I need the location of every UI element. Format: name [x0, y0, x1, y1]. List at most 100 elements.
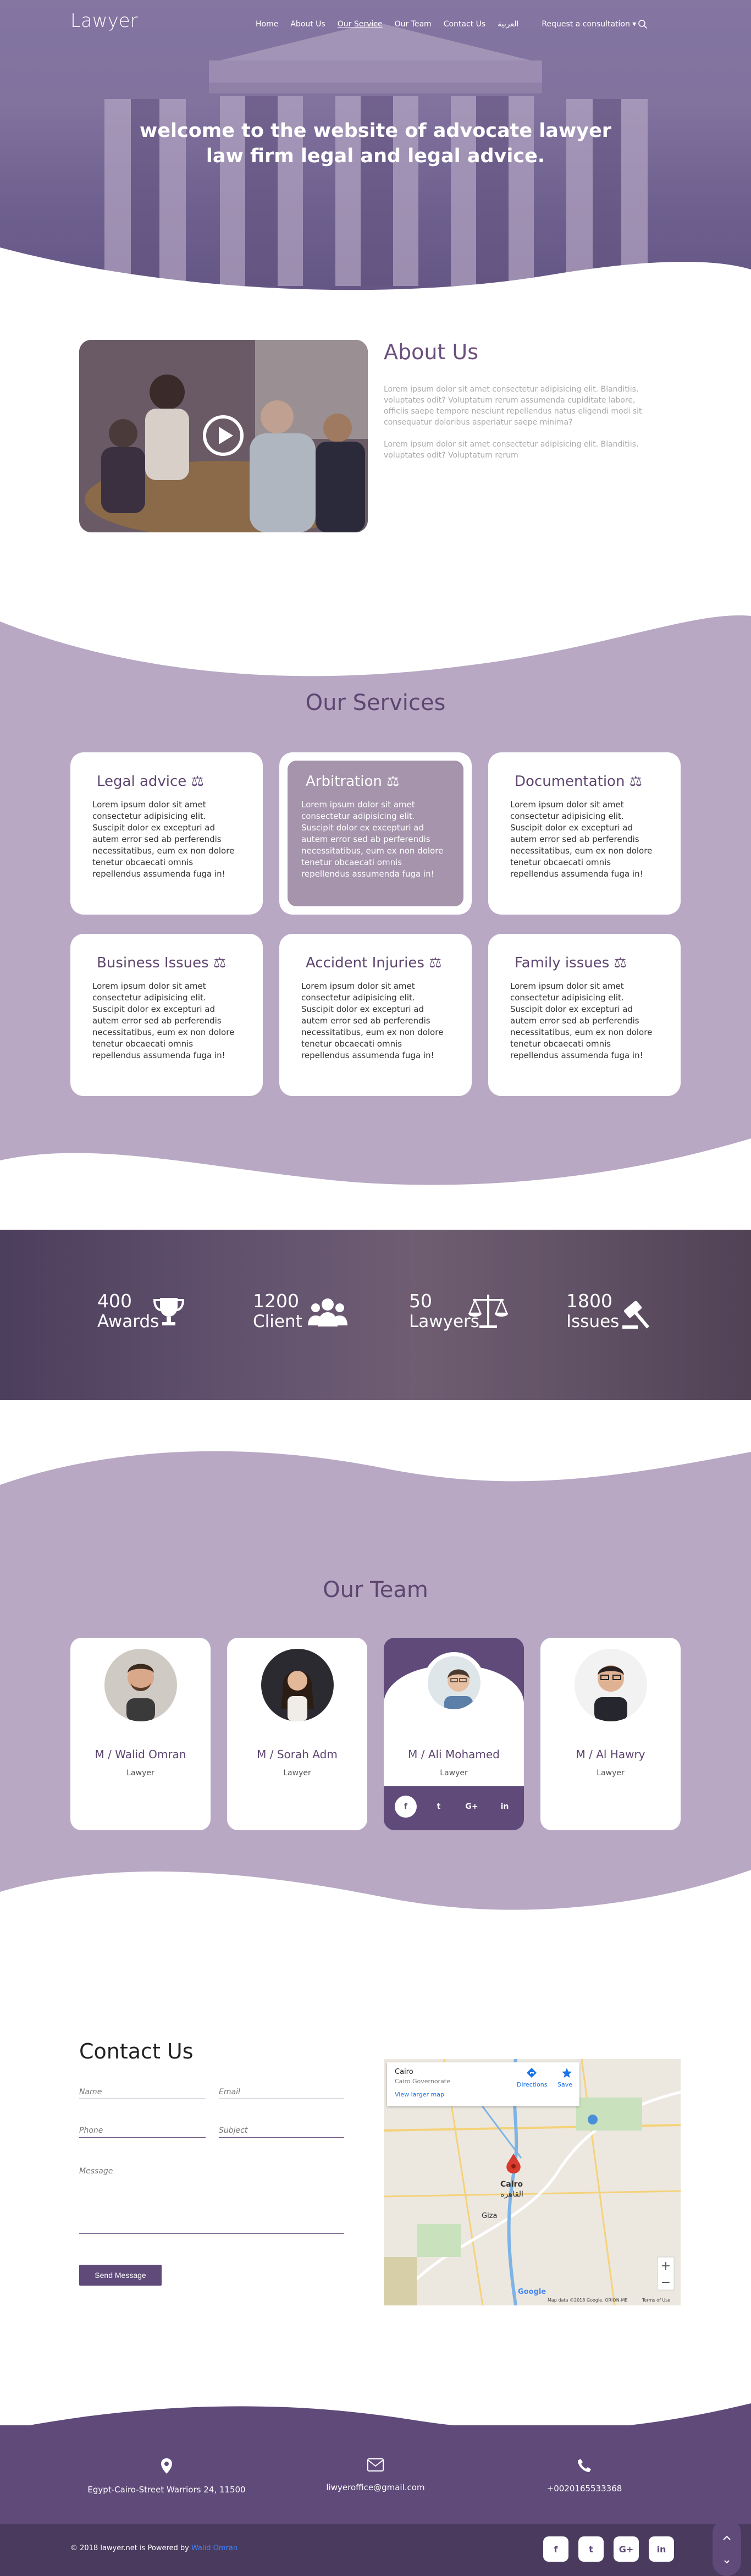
stat-client: 1200 Client — [253, 1290, 302, 1331]
name-field[interactable]: Name — [79, 2088, 206, 2099]
email-field[interactable]: Email — [219, 2088, 344, 2099]
nav-team[interactable]: Our Team — [395, 20, 432, 29]
scroll-to-top-button[interactable] — [713, 2519, 741, 2576]
scale-icon — [468, 1295, 508, 1328]
footer-phone: +0020165533368 — [485, 2458, 683, 2494]
team-card-al-hawry[interactable]: M / Al Hawry Lawyer — [540, 1638, 681, 1830]
hero-title-line1: welcome to the website of advocate lawye… — [139, 120, 612, 142]
directions-icon[interactable] — [526, 2067, 538, 2079]
service-card-title: Family issues ⚖ — [515, 955, 627, 971]
footer-linkedin-icon[interactable]: in — [649, 2536, 674, 2562]
avatar — [261, 1649, 334, 1721]
member-role: Lawyer — [126, 1769, 154, 1777]
star-icon[interactable] — [561, 2067, 573, 2079]
about-paragraph-1: Lorem ipsum dolor sit amet consectetur a… — [384, 385, 642, 427]
hero-title: welcome to the website of advocate lawye… — [128, 118, 623, 169]
member-role: Lawyer — [440, 1769, 468, 1777]
member-name: M / Al Hawry — [576, 1748, 645, 1761]
about-paragraph-2: Lorem ipsum dolor sit amet consectetur a… — [384, 440, 639, 460]
copyright-text: © 2018 lawyer.net is Powered by — [70, 2544, 189, 2552]
map-place: Cairo — [395, 2068, 413, 2076]
member-role: Lawyer — [283, 1769, 311, 1777]
directions-link[interactable]: Directions — [517, 2081, 547, 2088]
powered-by-link[interactable]: Walid Omran — [191, 2544, 238, 2552]
map-widget[interactable]: + − Cairo Cairo Governorate View larger … — [384, 2059, 681, 2305]
chevron-up-icon — [723, 2535, 731, 2564]
footer-google-plus-icon[interactable]: G+ — [614, 2536, 639, 2562]
avatar — [575, 1649, 647, 1721]
service-card-business-issues[interactable]: Business Issues ⚖ Lorem ipsum dolor sit … — [70, 934, 263, 1096]
envelope-icon — [367, 2458, 384, 2472]
service-card-legal-advice[interactable]: Legal advice ⚖ Lorem ipsum dolor sit ame… — [70, 752, 263, 915]
map-info-card: Cairo Cairo Governorate View larger map … — [387, 2062, 579, 2106]
send-message-button[interactable]: Send Message — [79, 2265, 162, 2286]
hero-title-line2: law firm legal and legal advice. — [206, 145, 545, 167]
stat-awards: 400 Awards — [97, 1290, 159, 1331]
nav-home[interactable]: Home — [256, 20, 278, 29]
stat-issues: 1800 Issues — [566, 1290, 619, 1331]
map-city-label: Cairo — [500, 2180, 523, 2189]
nav-service[interactable]: Our Service — [338, 20, 383, 29]
gavel-icon — [622, 1301, 650, 1329]
users-icon — [308, 1298, 347, 1326]
service-card-title: Legal advice ⚖ — [97, 773, 204, 790]
phone-field[interactable]: Phone — [79, 2126, 206, 2138]
nav-menu: Home About Us Our Service Our Team Conta… — [256, 20, 648, 29]
team-card-sorah[interactable]: M / Sorah Adm Lawyer — [227, 1638, 367, 1830]
footer-phone-text[interactable]: +0020165533368 — [485, 2484, 683, 2494]
nav-contact[interactable]: Contact Us — [444, 20, 485, 29]
twitter-icon[interactable]: t — [428, 1796, 450, 1818]
service-card-arbitration[interactable]: Arbitration ⚖ Lorem ipsum dolor sit amet… — [279, 752, 472, 915]
hero-wave — [0, 247, 751, 297]
trophy-icon — [153, 1298, 185, 1325]
message-field[interactable]: Message — [79, 2167, 344, 2234]
nav-about[interactable]: About Us — [290, 20, 325, 29]
nav-arabic[interactable]: العربية — [498, 20, 518, 29]
avatar — [423, 1652, 485, 1714]
copyright: © 2018 lawyer.net is Powered by Walid Om… — [70, 2544, 238, 2552]
save-link[interactable]: Save — [557, 2081, 572, 2088]
service-card-text: Lorem ipsum dolor sit amet consectetur a… — [301, 800, 444, 879]
footer-twitter-icon[interactable]: t — [578, 2536, 604, 2562]
service-card-title: Accident Injuries ⚖ — [306, 955, 442, 971]
linkedin-icon[interactable]: in — [494, 1796, 516, 1818]
stat-label: Awards — [97, 1312, 159, 1331]
map-giza-label: Giza — [482, 2212, 498, 2220]
member-name: M / Sorah Adm — [257, 1748, 338, 1761]
member-name: M / Walid Omran — [95, 1748, 186, 1761]
request-consultation-dropdown[interactable]: Request a consultation ▾ — [542, 20, 636, 29]
facebook-icon[interactable]: f — [395, 1796, 417, 1818]
service-card-family-issues[interactable]: Family issues ⚖ Lorem ipsum dolor sit am… — [488, 934, 681, 1096]
location-pin-icon — [161, 2458, 172, 2474]
footer-email: liwyeroffice@gmail.com — [277, 2458, 474, 2492]
team-title: Our Team — [323, 1577, 428, 1603]
footer-facebook-icon[interactable]: f — [543, 2536, 568, 2562]
service-card-documentation[interactable]: Documentation ⚖ Lorem ipsum dolor sit am… — [488, 752, 681, 915]
footer-address: Egypt-Cairo-Street Warriors 24, 11500 — [68, 2458, 266, 2495]
map-city-label-ar: القاهرة — [500, 2190, 523, 2199]
service-card-text: Lorem ipsum dolor sit amet consectetur a… — [510, 981, 653, 1060]
view-larger-map-link[interactable]: View larger map — [395, 2091, 444, 2098]
google-plus-icon[interactable]: G+ — [461, 1796, 483, 1818]
play-icon[interactable] — [203, 415, 244, 456]
service-card-accident-injuries[interactable]: Accident Injuries ⚖ Lorem ipsum dolor si… — [279, 934, 472, 1096]
about-video-thumbnail[interactable] — [79, 340, 368, 532]
footer-email-text[interactable]: liwyeroffice@gmail.com — [277, 2483, 474, 2492]
navbar: Lawyer Home About Us Our Service Our Tea… — [0, 0, 751, 49]
phone-icon — [578, 2459, 591, 2472]
stat-number: 1800 — [566, 1290, 612, 1312]
team-card-walid[interactable]: M / Walid Omran Lawyer — [70, 1638, 211, 1830]
logo[interactable]: Lawyer — [70, 10, 138, 32]
service-card-text: Lorem ipsum dolor sit amet consectetur a… — [92, 981, 235, 1060]
service-card-text: Lorem ipsum dolor sit amet consectetur a… — [92, 800, 235, 879]
service-card-title: Business Issues ⚖ — [97, 955, 227, 971]
member-role: Lawyer — [597, 1769, 625, 1777]
stat-number: 400 — [97, 1290, 132, 1312]
subject-field[interactable]: Subject — [219, 2126, 344, 2138]
map-terms-link[interactable]: Terms of Use — [642, 2298, 670, 2303]
search-icon[interactable] — [638, 19, 648, 29]
footer-address-text: Egypt-Cairo-Street Warriors 24, 11500 — [87, 2485, 246, 2495]
google-logo: Google — [518, 2288, 546, 2296]
team-card-ali[interactable]: M / Ali Mohamed Lawyer f t G+ in — [384, 1638, 524, 1830]
contact-title: Contact Us — [79, 2039, 194, 2063]
